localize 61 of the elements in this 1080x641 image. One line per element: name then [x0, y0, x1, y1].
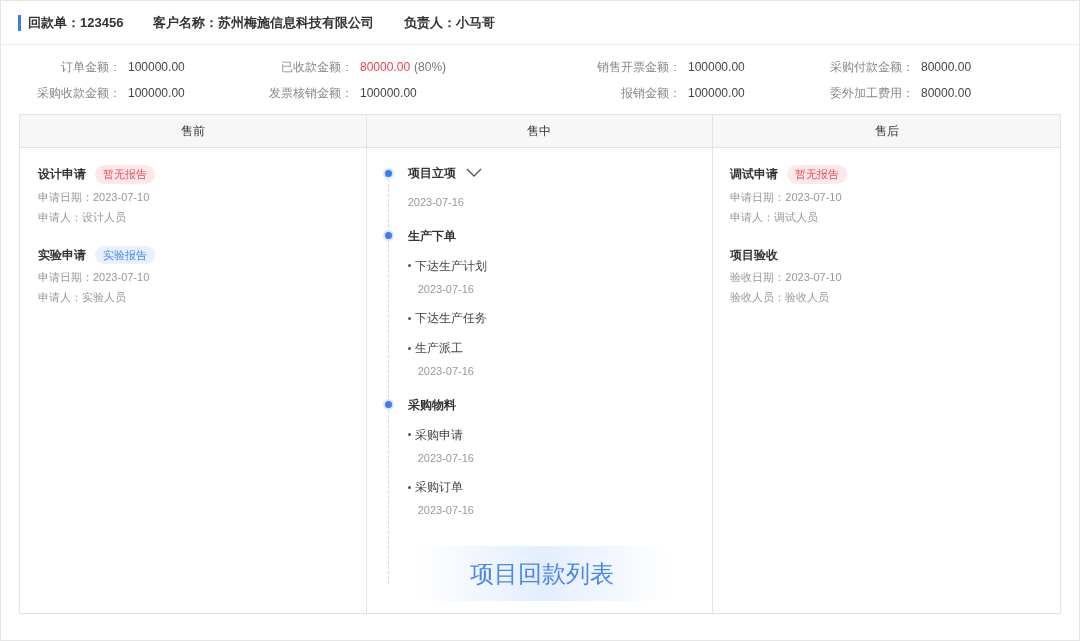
detail-text: 验收人员：验收人员: [730, 289, 831, 304]
field-label: 报销金额：: [620, 86, 681, 101]
step-date: 2023-07-16: [407, 195, 465, 210]
step-date: 2023-07-16: [417, 364, 475, 379]
detail-text: 验收日期：2023-07-10: [730, 269, 843, 284]
step-date: 2023-07-16: [417, 450, 475, 466]
field-label: 发票核销金额：: [268, 86, 353, 101]
header-value: 小马哥: [456, 13, 496, 32]
field-value: 80000.00: [360, 60, 411, 75]
field-value: 100000.00: [128, 86, 185, 101]
step-title: 项目立项: [407, 165, 456, 182]
field-value: 100000.00: [360, 86, 417, 101]
field-value: 100000.00: [128, 60, 185, 75]
field-value: 80000.00: [921, 86, 972, 101]
field-label: 销售开票金额：: [596, 60, 681, 75]
detail-text: 申请人：实验人员: [38, 290, 127, 304]
field-label: 采购收款金额：: [36, 86, 121, 101]
status-tag: 暂无报告: [95, 165, 155, 184]
sub-step-title: 下达生产任务: [414, 310, 487, 327]
bullet-icon: [407, 433, 411, 436]
detail-text: 申请日期：2023-07-10: [38, 189, 151, 204]
field-label: 委外加工费用：: [829, 86, 914, 101]
detail-text: 申请人：设计人员: [38, 209, 127, 224]
bullet-icon: [407, 485, 411, 489]
bullet-icon: [407, 316, 411, 320]
sub-step-title: 生产派工: [414, 340, 463, 357]
card-title: 实验申请: [38, 246, 86, 264]
card-title: 项目验收: [730, 246, 779, 264]
header-value: 123456: [80, 13, 124, 32]
header-value: 苏州梅施信息科技有限公司: [218, 13, 375, 32]
detail-text: 申请日期：2023-07-10: [38, 270, 151, 284]
field-label: 采购付款金额：: [829, 60, 914, 75]
step-title: 采购物料: [407, 396, 456, 414]
sub-step-title: 下达生产计划: [414, 257, 487, 275]
header-label: 负责人：: [404, 13, 457, 32]
step-date: 2023-07-16: [417, 281, 475, 297]
field-value: 100000.00: [688, 60, 745, 75]
field-label: 已收款金额：: [280, 60, 353, 75]
step-title: 生产下单: [407, 227, 456, 245]
bullet-icon: [407, 346, 411, 350]
sub-step-title: 采购申请: [414, 426, 463, 444]
accent-bar: [18, 14, 21, 31]
chevron-down-icon[interactable]: [465, 168, 482, 178]
field-value: 80000.00: [921, 60, 972, 75]
field-value: 100000.00: [688, 86, 745, 101]
column-header: 售前: [180, 123, 205, 140]
detail-text: 申请日期：2023-07-10: [730, 189, 843, 204]
card-title: 设计申请: [38, 166, 86, 184]
detail-text: 申请人：调试人员: [730, 209, 820, 224]
step-date: 2023-07-16: [417, 503, 475, 518]
status-tag: 实验报告: [95, 245, 155, 264]
status-tag: 暂无报告: [787, 165, 848, 184]
header-label: 客户名称：: [153, 13, 219, 32]
card-title: 调试申请: [730, 166, 779, 184]
header-label: 回款单：: [28, 13, 80, 32]
percent-note: (80%): [414, 60, 447, 75]
bullet-icon: [407, 264, 411, 267]
column-header: 售中: [527, 123, 552, 140]
sub-step-title: 采购订单: [414, 479, 463, 496]
column-header: 售后: [874, 123, 899, 140]
field-label: 订单金额：: [60, 60, 121, 75]
